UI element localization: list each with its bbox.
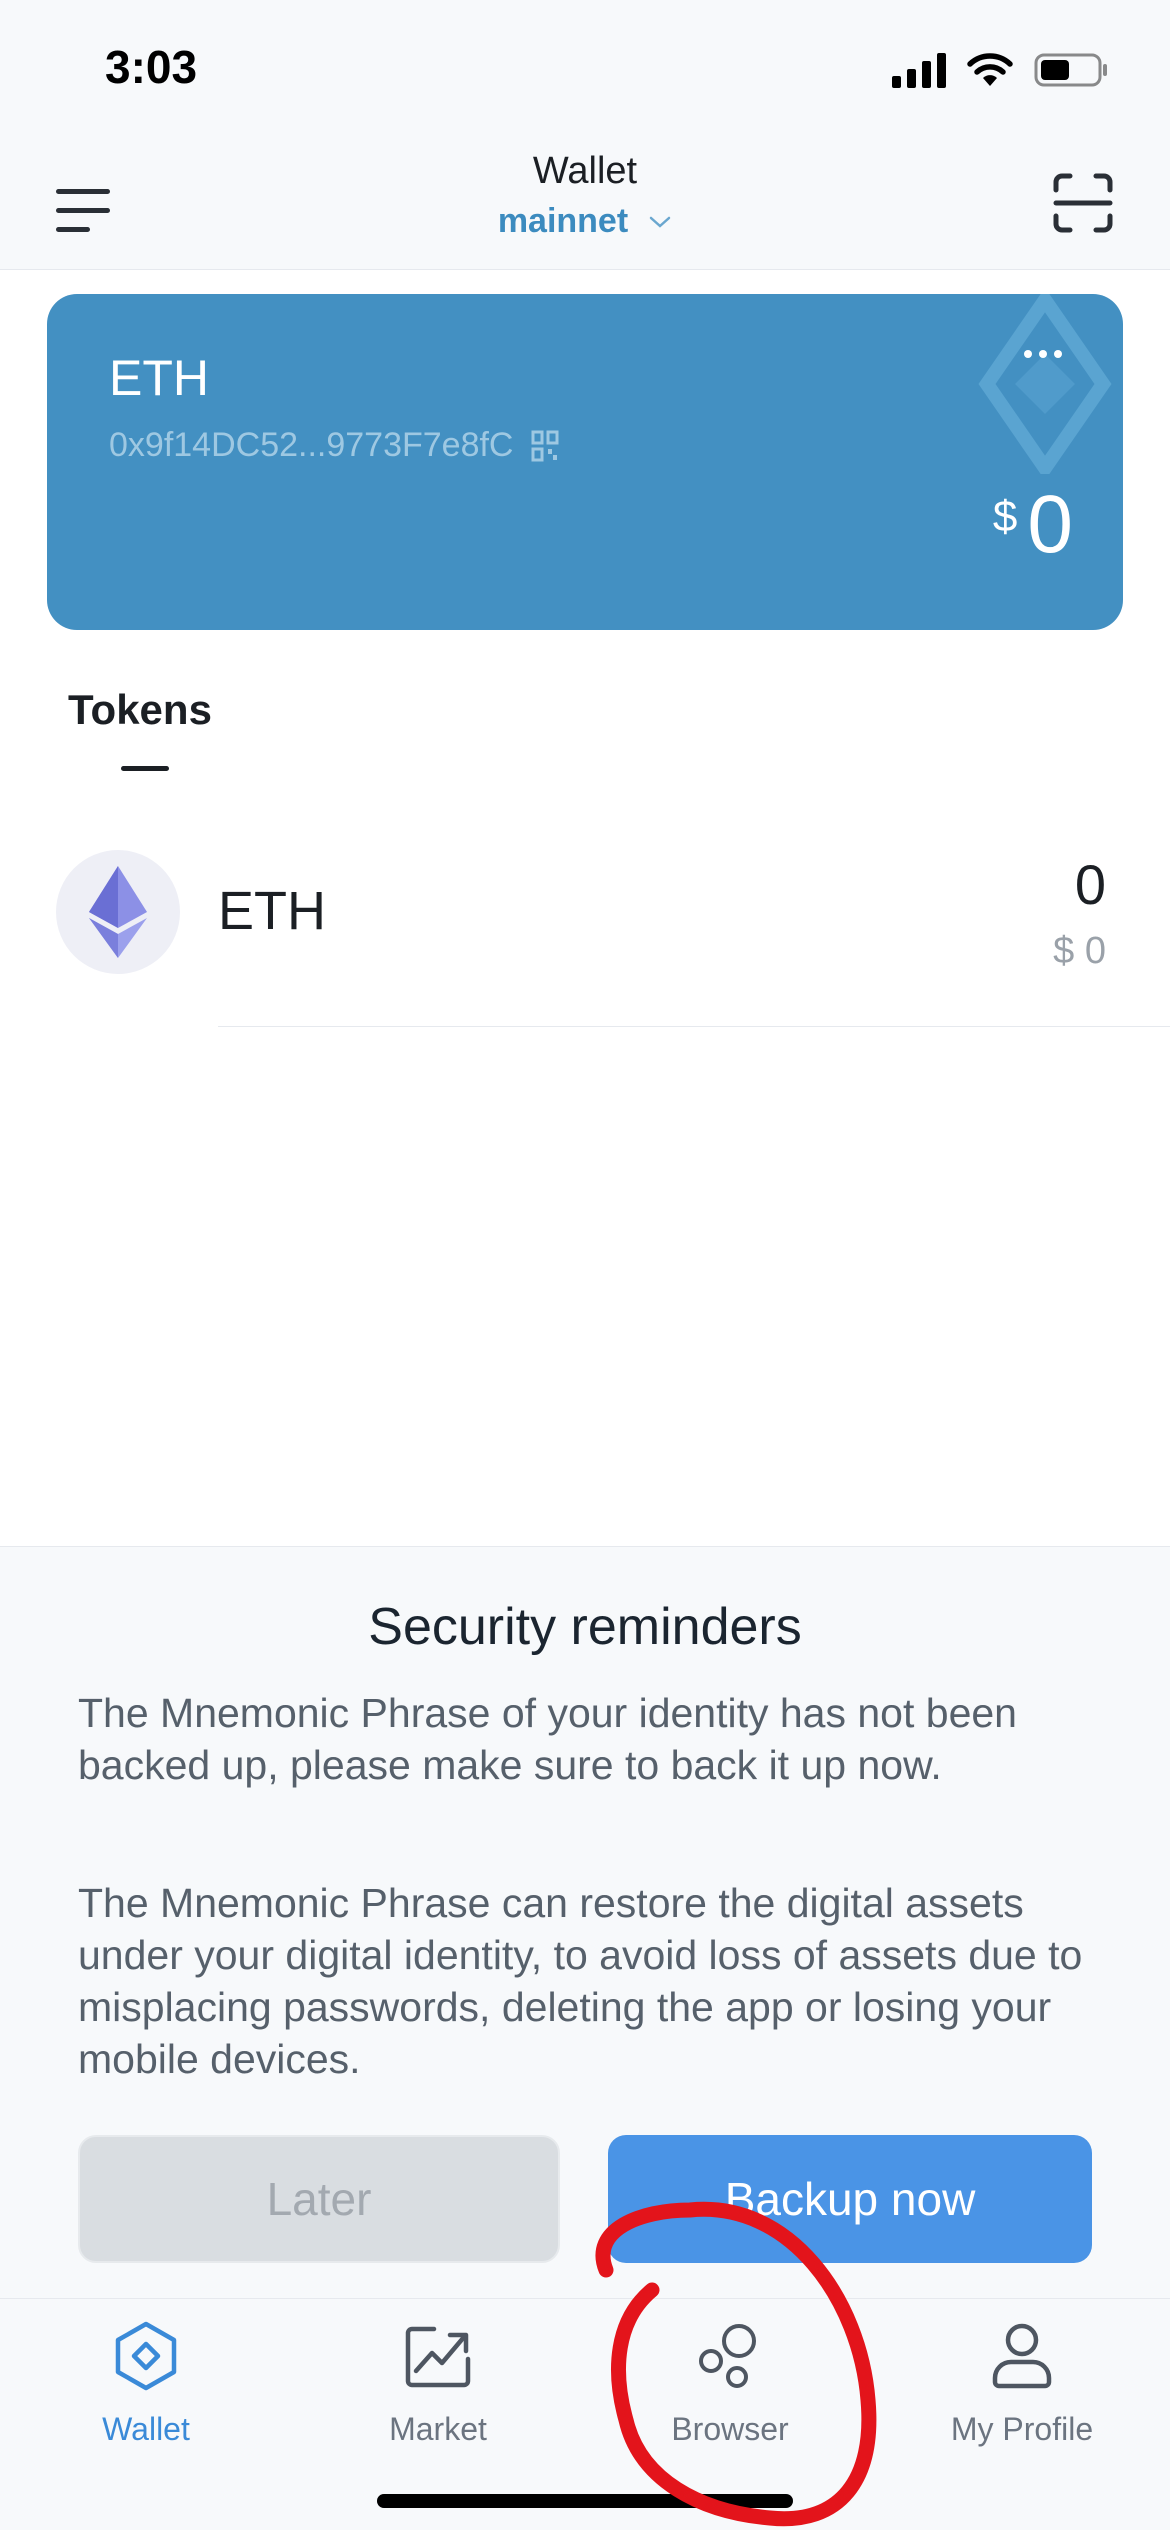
balance-currency: $ — [992, 492, 1018, 541]
balance-amount: 0 — [1027, 479, 1073, 570]
eth-watermark-icon — [978, 294, 1112, 474]
page-title: Wallet — [532, 150, 638, 192]
tab-label: Wallet — [102, 2411, 190, 2447]
tab-tokens[interactable]: Tokens — [68, 686, 212, 734]
wallet-hexagon-icon — [109, 2319, 183, 2393]
divider — [218, 1026, 1170, 1027]
more-options-icon[interactable] — [1013, 334, 1073, 374]
backup-now-button[interactable]: Backup now — [608, 2135, 1092, 2263]
browser-bubbles-icon — [693, 2319, 767, 2393]
ethereum-icon — [56, 850, 180, 974]
app-screen: 3:03 Wallet mainnet ETH 0x9f14DC52...977… — [0, 0, 1170, 2530]
status-bar: 3:03 — [0, 0, 1170, 150]
tab-active-indicator — [121, 766, 169, 771]
battery-icon — [1034, 53, 1107, 87]
security-reminder-sheet: Security reminders The Mnemonic Phrase o… — [0, 1546, 1170, 2298]
account-address[interactable]: 0x9f14DC52...9773F7e8fC — [109, 426, 559, 465]
home-indicator — [377, 2494, 793, 2508]
market-chart-icon — [401, 2319, 475, 2393]
scan-icon[interactable] — [1052, 172, 1114, 234]
tab-label: Browser — [671, 2411, 789, 2447]
reminder-paragraph-1: The Mnemonic Phrase of your identity has… — [78, 1690, 1017, 1788]
tab-market[interactable]: Market — [292, 2319, 584, 2469]
token-fiat-value: $ 0 — [1053, 930, 1106, 972]
tab-browser[interactable]: Browser — [584, 2319, 876, 2469]
header: Wallet mainnet — [0, 150, 1170, 270]
network-label: mainnet — [497, 202, 629, 240]
address-text: 0x9f14DC52...9773F7e8fC — [109, 426, 514, 464]
tab-my-profile[interactable]: My Profile — [876, 2319, 1168, 2469]
wifi-icon — [967, 53, 1013, 86]
status-icons — [892, 52, 1110, 88]
tab-label: My Profile — [950, 2411, 1094, 2447]
token-amount: 0 — [1074, 853, 1106, 916]
account-symbol: ETH — [109, 350, 209, 406]
qr-code-icon[interactable] — [531, 430, 559, 462]
chevron-down-icon — [649, 216, 671, 228]
token-row[interactable]: ETH 0 $ 0 — [0, 840, 1170, 1026]
token-name: ETH — [218, 881, 326, 941]
status-time: 3:03 — [105, 41, 198, 93]
later-button[interactable]: Later — [78, 2135, 560, 2263]
sheet-title: Security reminders — [368, 1598, 802, 1656]
tab-label: Market — [389, 2411, 487, 2447]
account-card[interactable]: ETH 0x9f14DC52...9773F7e8fC $ 0 — [47, 294, 1123, 630]
tab-wallet[interactable]: Wallet — [0, 2319, 292, 2469]
reminder-paragraph-2: The Mnemonic Phrase can restore the digi… — [78, 1880, 1083, 2082]
account-balance: $ 0 — [993, 484, 1073, 566]
network-selector[interactable]: mainnet — [0, 202, 1170, 241]
cellular-signal-icon — [892, 52, 946, 88]
profile-person-icon — [985, 2319, 1059, 2393]
